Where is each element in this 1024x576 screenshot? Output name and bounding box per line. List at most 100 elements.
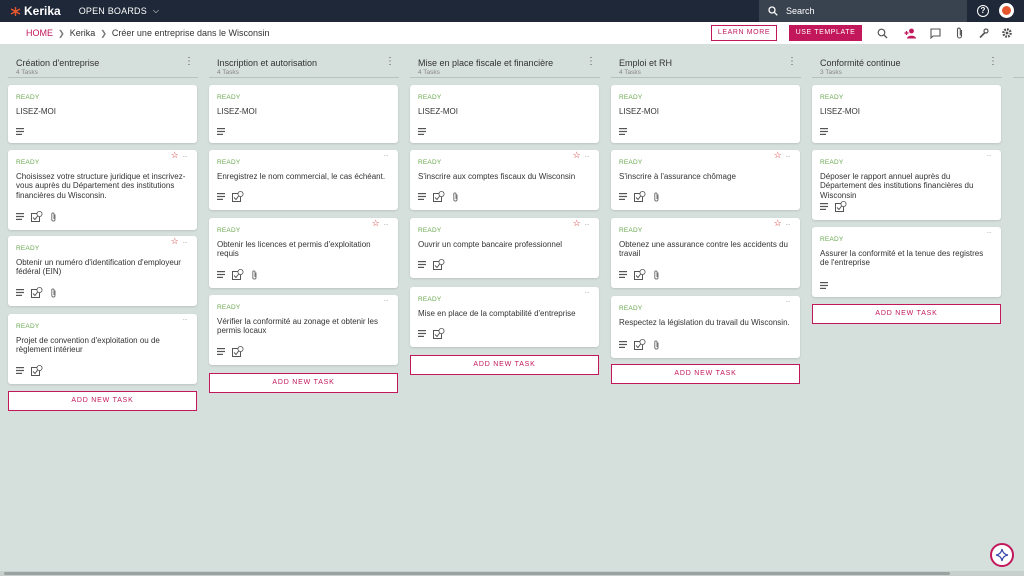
settings-gear-icon[interactable] (1000, 26, 1014, 40)
more-vertical-icon[interactable]: ⋮ (988, 57, 998, 67)
task-card[interactable]: ... READY Vérifier la conformité au zona… (209, 295, 398, 365)
card-title: Projet de convention d'exploitation ou d… (16, 336, 160, 355)
card-title: S'inscrire à l'assurance chômage (619, 172, 736, 181)
horizontal-scrollbar[interactable] (0, 571, 1024, 576)
column-task-count: 4 Tasks (418, 69, 440, 76)
breadcrumb-org[interactable]: Kerika (70, 28, 96, 38)
add-new-task-button[interactable]: ADD NEW TASK (611, 364, 800, 384)
star-icon[interactable]: ☆ (372, 219, 380, 228)
attachment-icon (51, 211, 56, 221)
more-horizontal-icon[interactable]: ... (384, 151, 389, 158)
task-board: Création d'entreprise 4 Tasks ⋮ READY LI… (0, 44, 1024, 571)
column-emploi-rh: Emploi et RH 4 Tasks ⋮ READY LISEZ-MOI ☆… (611, 44, 801, 384)
attachment-icon[interactable] (952, 26, 966, 40)
card-status: READY (820, 94, 844, 101)
more-horizontal-icon[interactable]: ... (585, 220, 590, 227)
task-card[interactable]: ... READY Projet de convention d'exploit… (8, 314, 197, 384)
card-corner: ☆... (573, 151, 590, 160)
task-card[interactable]: ☆... READY Obtenir les licences et permi… (209, 218, 398, 288)
add-new-task-button[interactable]: ADD NEW TASK (209, 373, 398, 393)
more-horizontal-icon[interactable]: ... (585, 288, 590, 295)
add-new-task-button[interactable]: ADD NEW TASK (410, 355, 599, 375)
card-corner: ☆... (774, 219, 791, 228)
more-horizontal-icon[interactable]: ... (786, 152, 791, 159)
card-corner: ... (987, 151, 992, 158)
task-card[interactable]: ... READY Enregistrez le nom commercial,… (209, 150, 398, 210)
search-placeholder: Search (786, 6, 815, 16)
task-card[interactable]: READY LISEZ-MOI (812, 85, 1001, 143)
column-header: Mise en place fiscale et financière 4 Ta… (410, 44, 600, 78)
kerika-logo-icon (10, 6, 21, 16)
search-icon[interactable] (875, 26, 889, 40)
checklist-icon (433, 259, 445, 270)
task-card[interactable]: READY LISEZ-MOI (410, 85, 599, 143)
checklist-icon (232, 269, 244, 280)
more-vertical-icon[interactable]: ⋮ (385, 57, 395, 67)
star-icon[interactable]: ☆ (171, 237, 179, 246)
task-card[interactable]: ☆... READY Obtenez une assurance contre … (611, 218, 800, 288)
card-icons (418, 191, 459, 202)
star-icon[interactable]: ☆ (774, 219, 782, 228)
task-card[interactable]: READY LISEZ-MOI (209, 85, 398, 143)
add-person-icon[interactable] (903, 26, 917, 40)
task-card[interactable]: READY LISEZ-MOI (611, 85, 800, 143)
help-icon[interactable]: ? (977, 5, 989, 17)
star-icon[interactable]: ☆ (573, 151, 581, 160)
more-horizontal-icon[interactable]: ... (183, 315, 188, 322)
task-card[interactable]: ☆... READY S'inscrire aux comptes fiscau… (410, 150, 599, 210)
add-new-task-button[interactable]: ADD NEW TASK (8, 391, 197, 411)
task-card[interactable]: ☆... READY Ouvrir un compte bancaire pro… (410, 218, 599, 278)
task-card[interactable]: ... READY Mise en place de la comptabili… (410, 287, 599, 347)
card-corner: ... (585, 288, 590, 295)
scrollbar-thumb[interactable] (4, 572, 950, 575)
more-horizontal-icon[interactable]: ... (585, 152, 590, 159)
card-icons (16, 128, 24, 135)
column-task-count: 4 Tasks (619, 69, 641, 76)
more-horizontal-icon[interactable]: ... (384, 296, 389, 303)
more-vertical-icon[interactable]: ⋮ (787, 57, 797, 67)
description-icon (619, 271, 627, 278)
more-vertical-icon[interactable]: ⋮ (184, 57, 194, 67)
more-horizontal-icon[interactable]: ... (786, 220, 791, 227)
task-card[interactable]: ☆... READY Obtenir un numéro d'identific… (8, 236, 197, 306)
wrench-icon[interactable] (976, 26, 990, 40)
column-header (1013, 44, 1024, 78)
more-horizontal-icon[interactable]: ... (987, 228, 992, 235)
card-status: READY (418, 227, 442, 234)
card-status: READY (16, 323, 40, 330)
add-new-task-button[interactable]: ADD NEW TASK (812, 304, 1001, 324)
star-icon[interactable]: ☆ (573, 219, 581, 228)
more-horizontal-icon[interactable]: ... (183, 238, 188, 245)
chevron-right-icon: ❯ (58, 28, 65, 38)
chat-icon[interactable] (928, 26, 942, 40)
card-status: READY (820, 236, 844, 243)
card-icons (16, 287, 57, 298)
description-icon (820, 282, 828, 289)
star-icon[interactable]: ☆ (774, 151, 782, 160)
card-corner: ... (384, 296, 389, 303)
card-title: LISEZ-MOI (16, 107, 57, 116)
more-horizontal-icon[interactable]: ... (987, 151, 992, 158)
card-icons (820, 282, 828, 289)
task-card[interactable]: ... READY Respectez la législation du tr… (611, 296, 800, 358)
search-box[interactable]: Search (759, 0, 967, 22)
task-card[interactable]: ☆... READY S'inscrire à l'assurance chôm… (611, 150, 800, 210)
star-icon[interactable]: ☆ (171, 151, 179, 160)
task-card[interactable]: READY LISEZ-MOI (8, 85, 197, 143)
more-horizontal-icon[interactable]: ... (384, 220, 389, 227)
more-horizontal-icon[interactable]: ... (786, 297, 791, 304)
column-header: Emploi et RH 4 Tasks ⋮ (611, 44, 801, 78)
task-card[interactable]: ... READY Déposer le rapport annuel aupr… (812, 150, 1001, 220)
assistant-sparkle-button[interactable] (990, 543, 1014, 567)
learn-more-button[interactable]: LEARN MORE (711, 25, 777, 41)
use-template-button[interactable]: USE TEMPLATE (789, 25, 862, 41)
task-card[interactable]: ... READY Assurer la conformité et la te… (812, 227, 1001, 297)
open-boards-menu[interactable]: OPEN BOARDS ⌵ (79, 6, 159, 16)
more-horizontal-icon[interactable]: ... (183, 152, 188, 159)
breadcrumb-home[interactable]: HOME (26, 28, 53, 38)
avatar[interactable] (999, 3, 1014, 18)
task-card[interactable]: ☆... READY Choisissez votre structure ju… (8, 150, 197, 230)
kerika-logo[interactable]: Kerika (10, 4, 61, 18)
column-conformite-continue: Conformité continue 3 Tasks ⋮ READY LISE… (812, 44, 1002, 324)
more-vertical-icon[interactable]: ⋮ (586, 57, 596, 67)
